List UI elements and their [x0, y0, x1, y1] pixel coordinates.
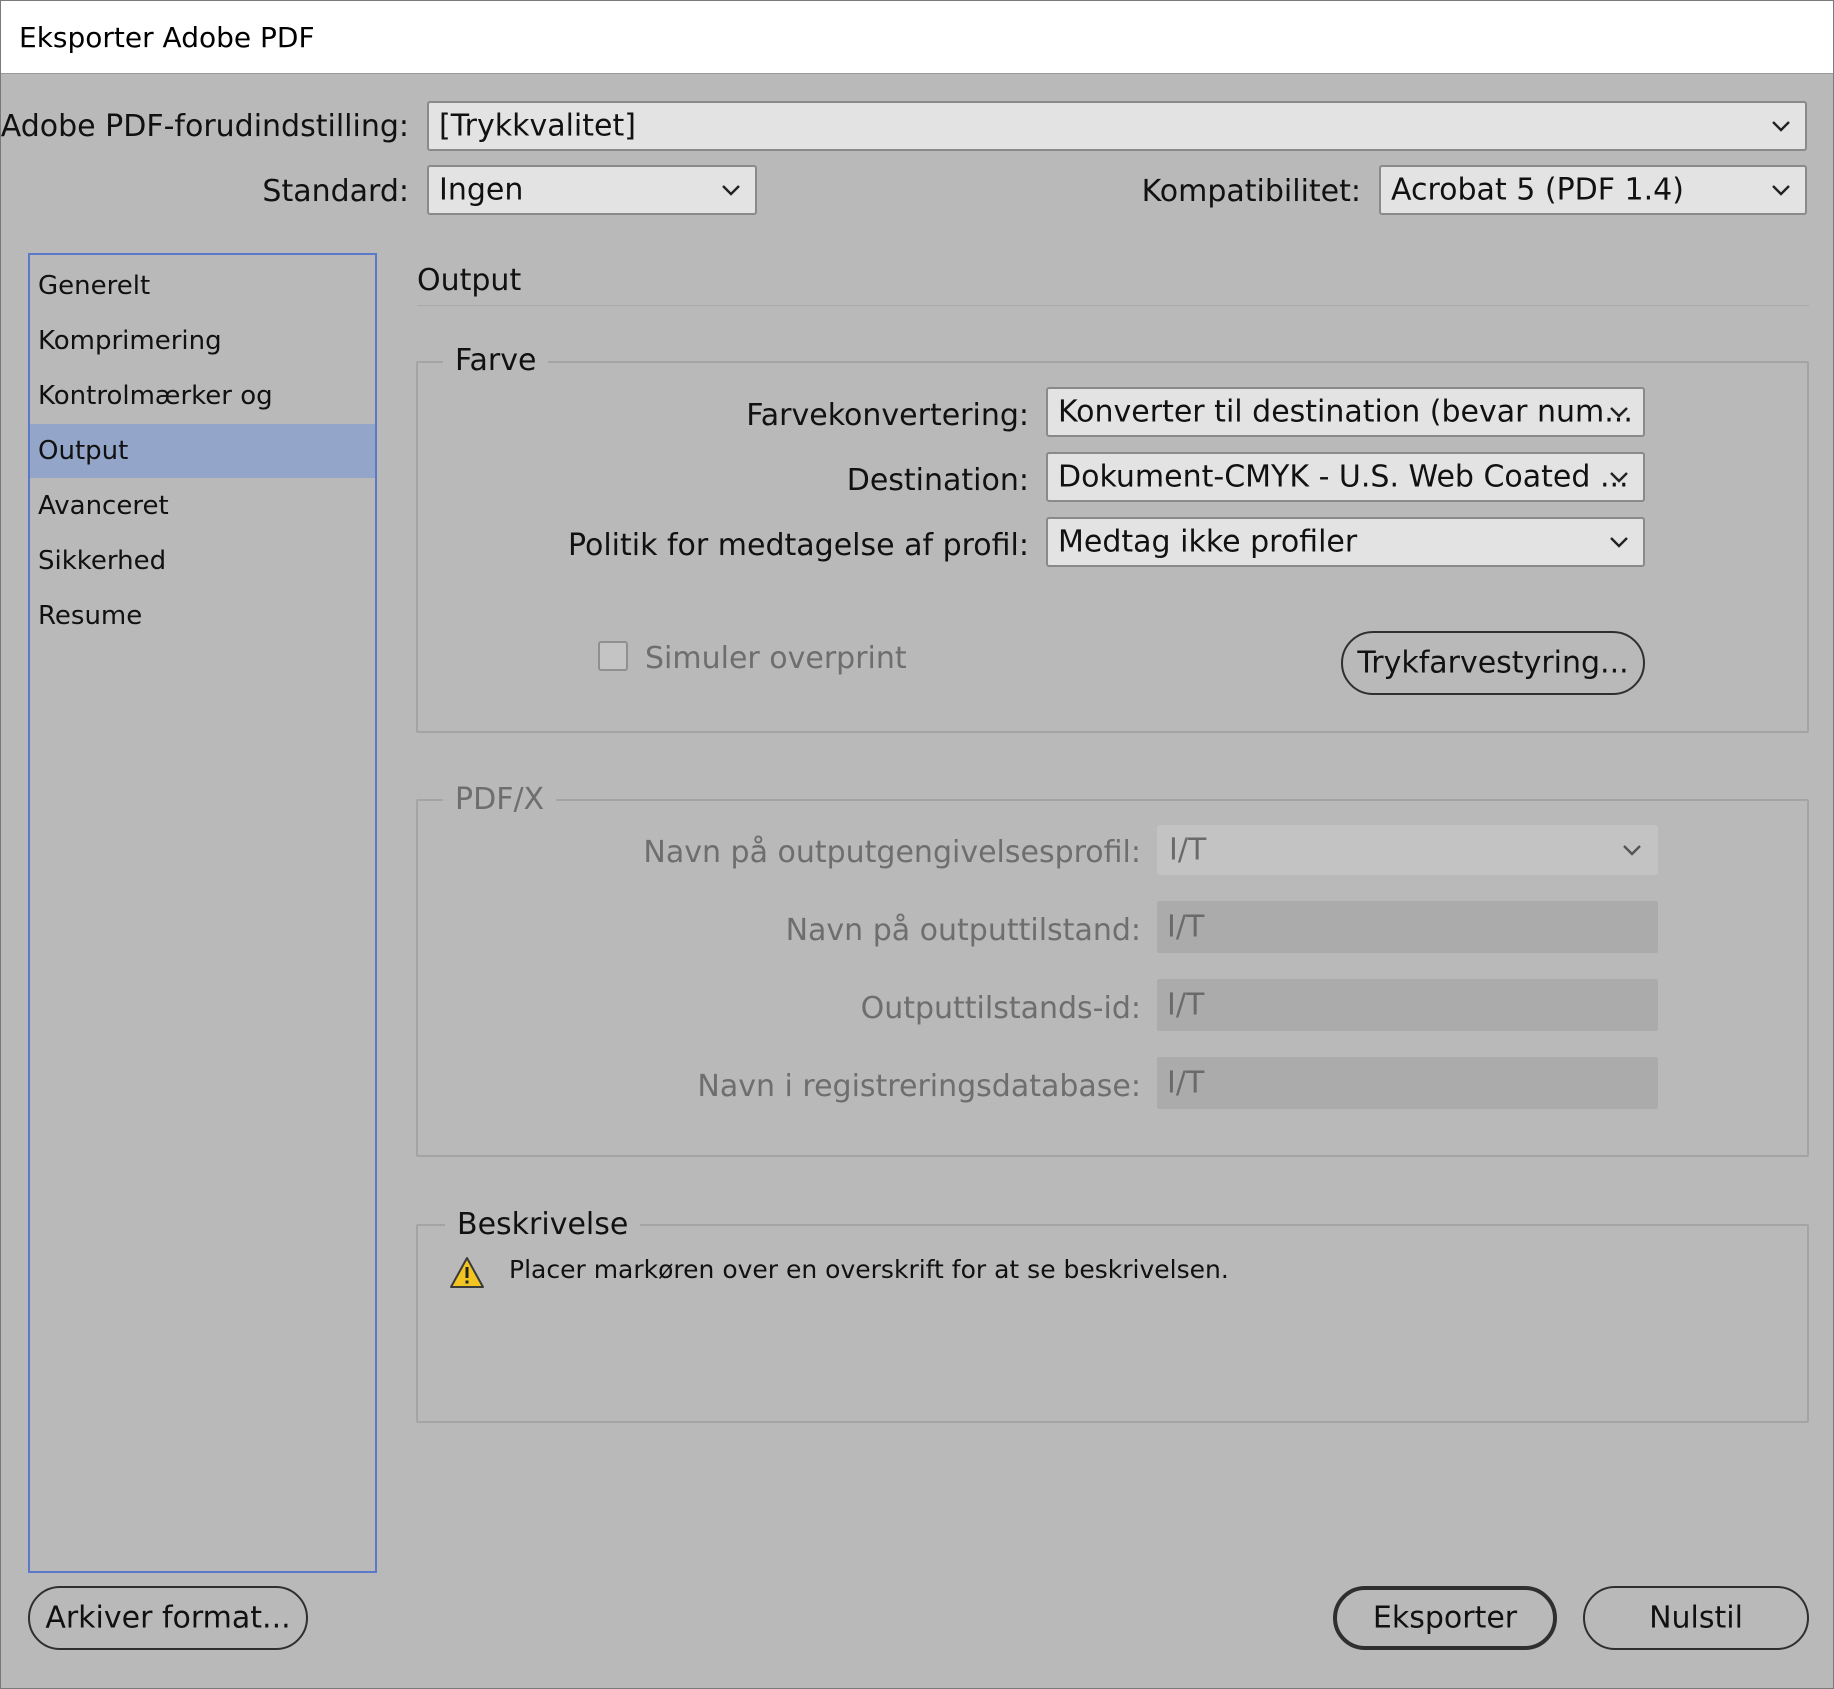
color-conversion-select[interactable]: Konverter til destination (bevar num...	[1046, 387, 1645, 437]
registry-name-value: I/T	[1167, 1065, 1205, 1101]
standard-label: Standard:	[262, 174, 409, 209]
chevron-down-icon	[1623, 845, 1641, 856]
compatibility-value: Acrobat 5 (PDF 1.4)	[1391, 172, 1684, 208]
sidebar-item-label: Komprimering	[38, 326, 222, 356]
standard-select[interactable]: Ingen	[427, 165, 757, 215]
sidebar-item-sikkerhed[interactable]: Sikkerhed	[30, 534, 375, 588]
export-button-label: Eksporter	[1372, 1600, 1518, 1636]
output-condition-id-label: Outputtilstands-id:	[860, 991, 1141, 1026]
section-divider	[417, 305, 1809, 306]
destination-select[interactable]: Dokument-CMYK - U.S. Web Coated ...	[1046, 452, 1645, 502]
window-title: Eksporter Adobe PDF	[19, 21, 315, 54]
reset-button[interactable]: Nulstil	[1583, 1586, 1809, 1650]
save-preset-button-label: Arkiver format...	[45, 1600, 291, 1636]
output-condition-name-value: I/T	[1167, 909, 1205, 945]
standard-value: Ingen	[439, 172, 524, 208]
title-bar: Eksporter Adobe PDF	[1, 1, 1833, 74]
sidebar-item-kontrolmaerker[interactable]: Kontrolmærker og beskæring	[30, 369, 375, 465]
sidebar-item-resume[interactable]: Resume	[30, 589, 375, 643]
simulate-overprint-checkbox[interactable]	[598, 641, 628, 671]
profile-policy-select[interactable]: Medtag ikke profiler	[1046, 517, 1645, 567]
chevron-down-icon	[1610, 537, 1628, 548]
color-conversion-label: Farvekonvertering:	[746, 398, 1029, 433]
output-intent-profile-value: I/T	[1169, 832, 1207, 868]
preset-label: Adobe PDF-forudindstilling:	[0, 109, 409, 144]
profile-policy-value: Medtag ikke profiler	[1058, 524, 1358, 560]
pdfx-group-title: PDF/X	[443, 782, 557, 817]
export-button[interactable]: Eksporter	[1333, 1586, 1557, 1650]
reset-button-label: Nulstil	[1649, 1600, 1743, 1636]
export-pdf-dialog: Eksporter Adobe PDF Adobe PDF-forudindst…	[0, 0, 1834, 1689]
description-text: Placer markøren over en overskrift for a…	[509, 1255, 1229, 1284]
compatibility-select[interactable]: Acrobat 5 (PDF 1.4)	[1379, 165, 1807, 215]
chevron-down-icon	[1772, 121, 1790, 132]
sidebar-item-label: Resume	[38, 601, 143, 631]
description-group	[416, 1224, 1809, 1423]
sidebar-item-label: Output	[38, 436, 129, 466]
sidebar-nav: Generelt Komprimering Kontrolmærker og b…	[28, 253, 377, 1573]
registry-name-label: Navn i registreringsdatabase:	[697, 1069, 1141, 1104]
compatibility-label: Kompatibilitet:	[1141, 174, 1361, 209]
ink-manager-button-label: Trykfarvestyring...	[1357, 645, 1629, 681]
sidebar-item-label: Avanceret	[38, 491, 169, 521]
output-condition-name-field[interactable]: I/T	[1157, 901, 1658, 953]
sidebar-item-label: Sikkerhed	[38, 546, 167, 576]
chevron-down-icon	[1610, 407, 1628, 418]
chevron-down-icon	[1610, 472, 1628, 483]
ink-manager-button[interactable]: Trykfarvestyring...	[1341, 631, 1645, 695]
destination-value: Dokument-CMYK - U.S. Web Coated ...	[1058, 459, 1629, 495]
sidebar-item-komprimering[interactable]: Komprimering	[30, 314, 375, 368]
output-intent-profile-select[interactable]: I/T	[1157, 825, 1658, 875]
sidebar-item-avanceret[interactable]: Avanceret	[30, 479, 375, 533]
preset-select[interactable]: [Trykkvalitet]	[427, 101, 1807, 151]
output-condition-id-value: I/T	[1167, 987, 1205, 1023]
description-group-title: Beskrivelse	[445, 1207, 641, 1242]
output-intent-profile-label: Navn på outputgengivelsesprofil:	[643, 835, 1141, 870]
sidebar-item-generelt[interactable]: Generelt	[30, 259, 375, 313]
color-conversion-value: Konverter til destination (bevar num...	[1058, 394, 1633, 430]
output-condition-id-field[interactable]: I/T	[1157, 979, 1658, 1031]
warning-icon	[450, 1257, 484, 1288]
profile-policy-label: Politik for medtagelse af profil:	[567, 528, 1029, 563]
chevron-down-icon	[722, 185, 740, 196]
registry-name-field[interactable]: I/T	[1157, 1057, 1658, 1109]
section-title: Output	[417, 263, 522, 298]
sidebar-item-label: Generelt	[38, 271, 151, 301]
color-group-title: Farve	[443, 343, 549, 378]
destination-label: Destination:	[846, 463, 1029, 498]
chevron-down-icon	[1772, 185, 1790, 196]
save-preset-button[interactable]: Arkiver format...	[28, 1586, 308, 1650]
sidebar-item-output[interactable]: Output	[30, 424, 375, 478]
preset-value: [Trykkvalitet]	[439, 108, 636, 144]
output-condition-name-label: Navn på outputtilstand:	[785, 913, 1141, 948]
simulate-overprint-label: Simuler overprint	[645, 641, 907, 676]
